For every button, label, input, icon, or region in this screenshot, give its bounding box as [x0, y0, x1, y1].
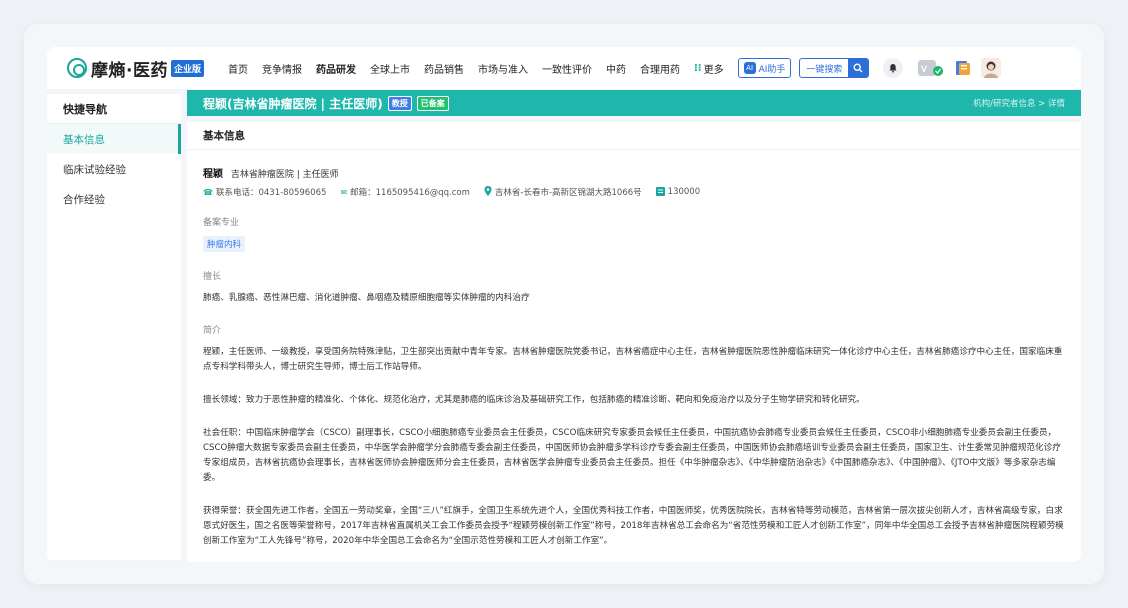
nav-item-intel[interactable]: 竞争情报: [262, 61, 302, 76]
email-text: 邮箱：1165095416@qq.com: [350, 188, 470, 198]
mail-icon: ✉: [340, 187, 348, 197]
status-badge: 已备案: [416, 95, 449, 111]
postcode-icon: [655, 186, 665, 198]
nav-item-consistency[interactable]: 一致性评价: [542, 61, 592, 76]
page-title: 程颖(吉林省肿瘤医院 | 主任医师): [203, 96, 383, 111]
phone-icon: ☎: [203, 187, 213, 197]
expertise-label: 擅长: [203, 272, 222, 282]
researcher-affiliation: 吉林省肿瘤医院 | 主任医师: [230, 170, 339, 180]
sidebar: 快捷导航 基本信息 临床试验经验 合作经验: [47, 94, 181, 560]
quick-search-label: 一键搜索: [806, 64, 843, 75]
intro-paragraph-4: 获得荣誉：获全国先进工作者，全国五一劳动奖章，全国“三八”红旗手，全国卫生系统先…: [203, 506, 1064, 546]
logo-text: 摩熵·医药: [91, 60, 168, 81]
app-window: 摩熵·医药 企业版 首页 竞争情报 药品研发 全球上市 药品销售 市场与准入 一…: [47, 47, 1081, 562]
contact-row: ☎ 联系电话：0431-80596065 ✉ 邮箱：1165095416@qq.…: [203, 186, 1065, 198]
address-text: 吉林省-长春市-高新区锦湖大路1066号: [494, 188, 642, 198]
svg-text:V: V: [921, 64, 927, 74]
specialty-label: 备案专业: [203, 218, 240, 228]
nav-item-rnd[interactable]: 药品研发: [316, 61, 356, 76]
profile-header: 程颖(吉林省肿瘤医院 | 主任医师) 教授 已备案 机构/研究者信息 > 详情: [187, 90, 1081, 116]
nav-more[interactable]: ⁝⁝ 更多: [694, 61, 724, 76]
main-content: 基本信息 程颖 吉林省肿瘤医院 | 主任医师 ☎ 联系电话：0431-80596…: [187, 122, 1081, 562]
sidebar-item-basic-info[interactable]: 基本信息: [47, 124, 181, 154]
contact-postcode: 130000: [655, 186, 701, 198]
search-icon: [848, 59, 869, 77]
nav-more-label: 更多: [703, 64, 724, 76]
sidebar-item-clinical-trials[interactable]: 临床试验经验: [47, 154, 181, 184]
logo-icon: [67, 58, 87, 78]
intro-paragraph-2: 擅长领域：致力于恶性肿瘤的精准化、个体化、规范化治疗，尤其是肺癌的临床诊治及基础…: [203, 395, 865, 405]
nav-item-market[interactable]: 市场与准入: [478, 61, 528, 76]
title-badge: 教授: [387, 95, 412, 111]
location-pin-icon: [484, 186, 492, 198]
researcher-name: 程颖: [203, 169, 223, 180]
intro-label: 简介: [203, 326, 222, 336]
nav-item-sales[interactable]: 药品销售: [424, 61, 464, 76]
sidebar-title: 快捷导航: [47, 94, 181, 124]
vip-badge-icon[interactable]: V: [917, 58, 945, 78]
edition-badge: 企业版: [170, 59, 204, 77]
phone-text: 联系电话：0431-80596065: [215, 188, 327, 198]
nav-item-rational[interactable]: 合理用药: [640, 61, 680, 76]
user-avatar[interactable]: [981, 58, 1002, 78]
section-title: 基本信息: [187, 122, 1081, 150]
nav-item-home[interactable]: 首页: [228, 61, 248, 76]
ai-assistant-label: AI助手: [758, 64, 786, 75]
notification-bell-icon[interactable]: [883, 58, 904, 78]
intro-paragraph-1: 程颖，主任医师、一级教授，享受国务院特殊津贴，卫生部突出贡献中青年专家。吉林省肿…: [203, 347, 1063, 372]
expertise-text: 肺癌、乳腺癌、恶性淋巴瘤、消化道肿瘤、鼻咽癌及精原细胞瘤等实体肿瘤的内科治疗: [203, 293, 530, 303]
name-row: 程颖 吉林省肿瘤医院 | 主任医师: [203, 165, 1065, 180]
postcode-text: 130000: [667, 187, 701, 197]
sidebar-item-cooperation[interactable]: 合作经验: [47, 184, 181, 214]
contact-phone: ☎ 联系电话：0431-80596065: [203, 186, 327, 199]
nav-item-global[interactable]: 全球上市: [370, 61, 410, 76]
grid-dots-icon: ⁝⁝: [693, 62, 702, 74]
specialty-tag: 肿瘤内科: [203, 236, 246, 252]
ai-assistant-button[interactable]: AI AI助手: [737, 58, 792, 78]
intro-paragraph-3: 社会任职：中国临床肿瘤学会（CSCO）副理事长，CSCO小细胞肺癌专业委员会主任…: [203, 428, 1061, 483]
contact-address: 吉林省-长春市-高新区锦湖大路1066号: [484, 186, 642, 198]
nav-menu: 首页 竞争情报 药品研发 全球上市 药品销售 市场与准入 一致性评价 中药 合理…: [228, 61, 694, 76]
logo[interactable]: 摩熵·医药 企业版: [67, 56, 204, 81]
bookmark-book-icon[interactable]: [953, 58, 973, 78]
section-body: 程颖 吉林省肿瘤医院 | 主任医师 ☎ 联系电话：0431-80596065 ✉…: [187, 165, 1081, 549]
breadcrumb[interactable]: 机构/研究者信息 > 详情: [973, 97, 1065, 109]
contact-email: ✉ 邮箱：1165095416@qq.com: [340, 186, 470, 199]
ai-icon: AI: [743, 62, 756, 74]
top-nav: 摩熵·医药 企业版 首页 竞争情报 药品研发 全球上市 药品销售 市场与准入 一…: [47, 47, 1081, 89]
quick-search-button[interactable]: 一键搜索: [799, 58, 870, 78]
nav-item-tcm[interactable]: 中药: [606, 61, 626, 76]
